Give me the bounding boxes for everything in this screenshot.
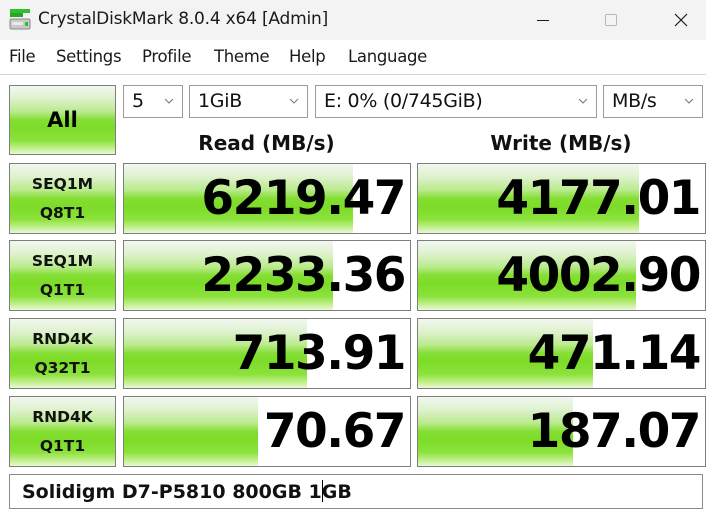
window-title: CrystalDiskMark 8.0.4 x64 [Admin] [38,9,329,29]
test-name: RND4K [32,407,93,426]
chevron-down-icon [164,98,174,104]
chevron-down-icon [289,98,299,104]
read-result-cell: 713.91 [123,318,411,389]
test-name: SEQ1M [31,174,94,193]
read-speed-value: 713.91 [232,326,407,381]
menu-settings[interactable]: Settings [56,47,122,66]
write-result-cell: 187.07 [417,396,706,467]
test-params: Q1T1 [39,436,86,455]
menu-bar: File Settings Profile Theme Help Languag… [0,40,706,75]
read-speed-value: 70.67 [263,404,407,459]
test-params: Q32T1 [34,358,91,377]
drive-select[interactable]: E: 0% (0/745GiB) [315,85,597,118]
close-icon [674,13,688,27]
test-button-0[interactable]: SEQ1M Q8T1 [9,163,116,234]
write-speed-value: 4002.90 [496,248,701,303]
test-count-select[interactable]: 5 [123,85,183,118]
write-column-header: Write (MB/s) [490,131,632,155]
write-speed-value: 471.14 [527,326,702,381]
read-speed-bar [124,397,259,466]
test-name: RND4K [32,329,93,348]
run-all-button[interactable]: All [9,85,116,155]
test-name: SEQ1M [31,251,94,270]
minimize-icon [537,20,549,21]
test-count-value: 5 [132,90,144,112]
write-result-cell: 4177.01 [417,163,706,234]
write-speed-value: 187.07 [527,404,702,459]
read-speed-value: 6219.47 [201,171,406,226]
maximize-button[interactable] [588,0,634,40]
write-speed-value: 4177.01 [496,171,701,226]
test-size-value: 1GiB [198,90,242,112]
read-result-cell: 6219.47 [123,163,411,234]
test-params: Q8T1 [39,203,86,222]
chevron-down-icon [578,98,588,104]
test-params: Q1T1 [39,280,86,299]
unit-select[interactable]: MB/s [603,85,703,118]
write-result-cell: 4002.90 [417,240,706,311]
test-button-3[interactable]: RND4K Q1T1 [9,396,116,467]
unit-value: MB/s [612,90,657,112]
read-column-header: Read (MB/s) [198,131,335,155]
test-button-2[interactable]: RND4K Q32T1 [9,318,116,389]
menu-language[interactable]: Language [348,47,427,66]
comment-text-before-caret: Solidigm D7-P5810 800GB 1 [22,481,322,503]
menu-profile[interactable]: Profile [142,47,192,66]
minimize-button[interactable] [520,0,566,40]
test-size-select[interactable]: 1GiB [189,85,308,118]
disk-drive-icon [9,9,31,30]
comment-input[interactable]: Solidigm D7-P5810 800GB 1GB [9,474,703,509]
menu-help[interactable]: Help [289,47,326,66]
title-bar: CrystalDiskMark 8.0.4 x64 [Admin] [0,0,706,40]
chevron-down-icon [684,98,694,104]
read-result-cell: 70.67 [123,396,411,467]
read-speed-value: 2233.36 [201,248,406,303]
close-button[interactable] [658,0,704,40]
write-result-cell: 471.14 [417,318,706,389]
menu-file[interactable]: File [9,47,36,66]
menu-theme[interactable]: Theme [214,47,270,66]
drive-value: E: 0% (0/745GiB) [324,90,483,112]
comment-text: Solidigm D7-P5810 800GB 1GB [22,480,352,503]
read-result-cell: 2233.36 [123,240,411,311]
comment-text-after-caret: GB [321,481,352,503]
test-button-1[interactable]: SEQ1M Q1T1 [9,240,116,311]
maximize-icon [605,14,617,26]
